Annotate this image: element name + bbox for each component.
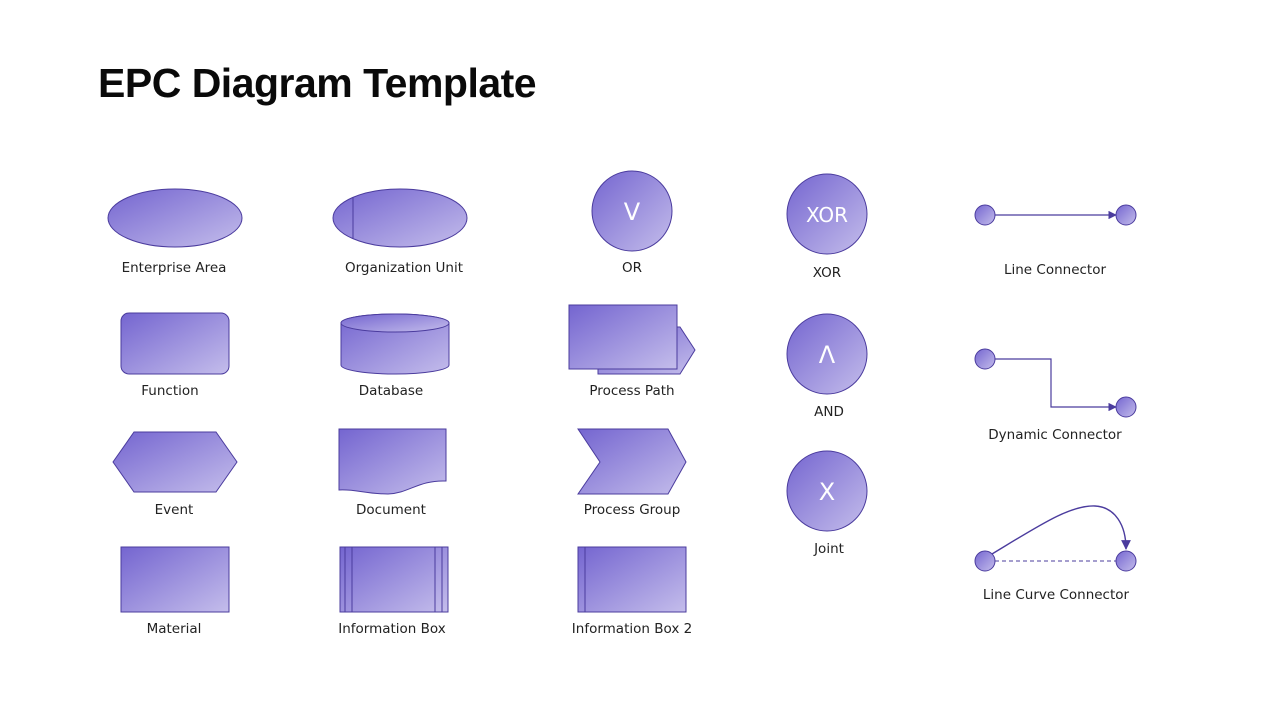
information-box-2-label: Information Box 2 [572,621,692,637]
connector-start-node[interactable] [974,348,996,370]
xor-symbol: XOR [806,203,848,227]
dynamic-connector-label: Dynamic Connector [988,427,1122,443]
epc-diagram-canvas: V XOR Λ X Enterprise Area Organization U… [107,170,1137,637]
function-label: Function [141,383,198,399]
process-path-shape[interactable] [568,304,696,375]
event-label: Event [155,502,194,518]
process-group-label: Process Group [584,502,681,518]
process-path-label: Process Path [589,383,674,399]
connector-end-node[interactable] [1115,204,1137,226]
database-shape[interactable] [340,313,450,375]
and-label: AND [814,404,844,420]
connector-start-node[interactable] [974,204,996,226]
function-shape[interactable] [120,312,230,375]
connector-end-node[interactable] [1115,396,1137,418]
line-curve-connector[interactable] [974,505,1137,572]
or-symbol: V [624,198,641,226]
line-curve-connector-label: Line Curve Connector [983,587,1130,603]
organization-unit-label: Organization Unit [345,260,463,276]
information-box-2-shape[interactable] [577,546,687,613]
connector-start-node[interactable] [974,550,996,572]
material-label: Material [147,621,202,637]
information-box-label: Information Box [338,621,446,637]
dynamic-connector[interactable] [974,348,1137,418]
material-shape[interactable] [120,546,230,613]
enterprise-area-shape[interactable] [107,188,243,248]
joint-symbol: X [819,478,835,506]
and-symbol: Λ [819,341,836,369]
document-label: Document [356,502,426,518]
or-label: OR [622,260,642,276]
connector-end-node[interactable] [1115,550,1137,572]
enterprise-area-label: Enterprise Area [122,260,227,276]
process-group-shape[interactable] [577,428,687,495]
information-box-shape[interactable] [339,546,449,613]
line-connector-label: Line Connector [1004,262,1107,278]
document-shape[interactable] [338,428,447,495]
database-label: Database [359,383,423,399]
xor-label: XOR [813,265,841,281]
event-shape[interactable] [112,431,238,493]
joint-label: Joint [813,541,844,557]
line-connector[interactable] [974,204,1137,226]
organization-unit-shape[interactable] [332,188,468,248]
